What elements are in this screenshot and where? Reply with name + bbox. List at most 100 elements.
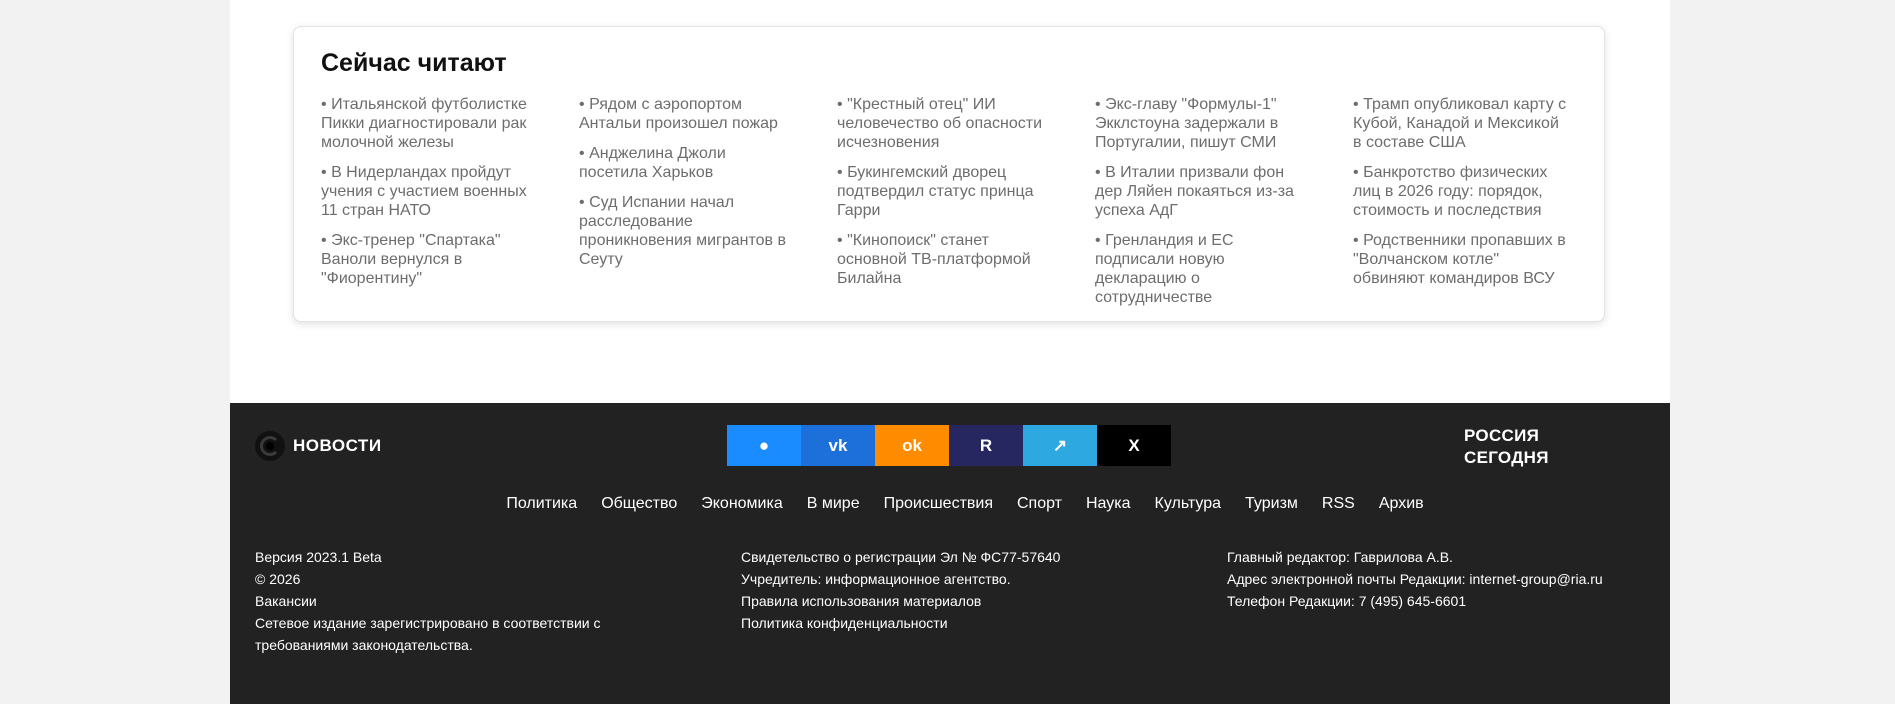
social-links: ● vk ok R ↗ X — [727, 425, 1171, 466]
news-link[interactable]: • "Кинопоиск" станет основной ТВ-платфор… — [837, 231, 1052, 288]
chief-editor-text: Главный редактор: Гаврилова А.В. — [1227, 549, 1453, 565]
nav-link-world[interactable]: В мире — [807, 495, 860, 513]
partner-logo-line-1: РОССИЯ — [1464, 426, 1540, 445]
version-text: Версия 2023.1 Beta — [255, 549, 382, 565]
social-telegram-button[interactable]: ↗ — [1023, 425, 1097, 466]
nav-link-politics[interactable]: Политика — [506, 495, 577, 513]
bullet: • — [579, 145, 585, 162]
news-link[interactable]: • Экс-главу "Формулы-1" Экклстоуна задер… — [1095, 95, 1310, 152]
social-ok-button[interactable]: ok — [875, 425, 949, 466]
nav-link-archive[interactable]: Архив — [1379, 495, 1424, 513]
bullet: • — [1095, 96, 1101, 113]
bullet: • — [1353, 164, 1359, 181]
privacy-policy-link[interactable]: Политика конфиденциальности — [741, 612, 1060, 634]
news-link[interactable]: • Банкротство физических лиц в 2026 году… — [1353, 163, 1568, 220]
brand-name: НОВОСТИ — [293, 436, 382, 455]
x-icon: X — [1128, 435, 1140, 455]
news-link-text: Анджелина Джоли посетила Харьков — [579, 145, 726, 181]
circle-dot-icon: ● — [758, 435, 770, 455]
news-link[interactable]: • Суд Испании начал расследование проник… — [579, 193, 794, 269]
partner-logo-line-2: СЕГОДНЯ — [1464, 448, 1549, 467]
nav-link-incidents[interactable]: Происшествия — [884, 495, 993, 513]
news-link-text: Рядом с аэропортом Антальи произошел пож… — [579, 96, 778, 132]
footer-info-column-3: Главный редактор: Гаврилова А.В. Адрес э… — [1227, 546, 1603, 612]
reading-column-5: • Трамп опубликовал карту с Кубой, Канад… — [1353, 95, 1611, 318]
certificate-text: Свидетельство о регистрации Эл № ФС77-57… — [741, 549, 1061, 565]
news-link[interactable]: • Букингемский дворец подтвердил статус … — [837, 163, 1052, 220]
bullet: • — [321, 232, 327, 249]
social-rutube-button[interactable]: R — [949, 425, 1023, 466]
editorial-email-link[interactable]: Адрес электронной почты Редакции: intern… — [1227, 568, 1603, 590]
news-link[interactable]: • В Нидерландах пройдут учения с участие… — [321, 163, 536, 220]
news-link[interactable]: • Итальянской футболистке Пикки диагност… — [321, 95, 536, 152]
nav-link-society[interactable]: Общество — [601, 495, 677, 513]
reading-column-1: • Итальянской футболистке Пикки диагност… — [321, 95, 579, 318]
news-link[interactable]: • Экс-тренер "Спартака" Ваноли вернулся … — [321, 231, 536, 288]
russia-today-logo[interactable]: РОССИЯ СЕГОДНЯ — [1464, 425, 1549, 469]
news-link[interactable]: • Гренландия и ЕС подписали новую деклар… — [1095, 231, 1310, 307]
reading-now-title: Сейчас читают — [321, 49, 507, 77]
news-link-text: Гренландия и ЕС подписали новую декларац… — [1095, 232, 1234, 306]
page: Сейчас читают • Итальянской футболистке … — [230, 0, 1670, 704]
registration-note-line-2: требованиями законодательства. — [255, 637, 473, 653]
social-x-button[interactable]: X — [1097, 425, 1171, 466]
news-link-text: "Крестный отец" ИИ человечество об опасн… — [837, 96, 1042, 151]
bullet: • — [1353, 96, 1359, 113]
news-link[interactable]: • Трамп опубликовал карту с Кубой, Канад… — [1353, 95, 1568, 152]
reading-column-3: • "Крестный отец" ИИ человечество об опа… — [837, 95, 1095, 318]
news-link-text: Банкротство физических лиц в 2026 году: … — [1353, 164, 1548, 219]
nav-link-rss[interactable]: RSS — [1322, 495, 1355, 513]
news-link-text: В Италии призвали фон дер Ляйен покаятьс… — [1095, 164, 1294, 219]
nav-link-sport[interactable]: Спорт — [1017, 495, 1062, 513]
bullet: • — [1353, 232, 1359, 249]
news-link-text: Трамп опубликовал карту с Кубой, Канадой… — [1353, 96, 1567, 151]
bullet: • — [837, 96, 843, 113]
footer-info-column-1: Версия 2023.1 Beta © 2026 Вакансии Сетев… — [255, 546, 601, 656]
news-link-text: "Кинопоиск" станет основной ТВ-платформо… — [837, 232, 1031, 287]
vk-icon: vk — [828, 435, 848, 455]
news-link[interactable]: • В Италии призвали фон дер Ляйен покаят… — [1095, 163, 1310, 220]
news-link[interactable]: • Рядом с аэропортом Антальи произошел п… — [579, 95, 794, 133]
brand-logo-link[interactable]: НОВОСТИ — [255, 431, 382, 461]
news-link[interactable]: • "Крестный отец" ИИ человечество об опа… — [837, 95, 1052, 152]
footer-info-column-2: Свидетельство о регистрации Эл № ФС77-57… — [741, 546, 1060, 634]
reading-column-2: • Рядом с аэропортом Антальи произошел п… — [579, 95, 837, 318]
telegram-icon: ↗ — [1052, 435, 1068, 455]
nav-link-culture[interactable]: Культура — [1155, 495, 1222, 513]
reading-now-columns: • Итальянской футболистке Пикки диагност… — [321, 95, 1611, 318]
site-footer: НОВОСТИ ● vk ok R ↗ X РОССИЯ СЕГОДНЯ Пол… — [230, 403, 1670, 704]
bullet: • — [1095, 232, 1101, 249]
ria-logo-icon — [255, 431, 285, 461]
news-link-text: Родственники пропавших в "Волчанском кот… — [1353, 232, 1566, 287]
nav-link-tourism[interactable]: Туризм — [1245, 495, 1298, 513]
news-link-text: В Нидерландах пройдут учения с участием … — [321, 164, 527, 219]
usage-rules-link[interactable]: Правила использования материалов — [741, 590, 1060, 612]
social-vk-button[interactable]: vk — [801, 425, 875, 466]
bullet: • — [1095, 164, 1101, 181]
news-link-text: Букингемский дворец подтвердил статус пр… — [837, 164, 1034, 219]
bullet: • — [321, 96, 327, 113]
reading-now-card: Сейчас читают • Итальянской футболистке … — [293, 26, 1605, 322]
news-link[interactable]: • Родственники пропавших в "Волчанском к… — [1353, 231, 1568, 288]
founder-text: Учредитель: информационное агентство. — [741, 571, 1011, 587]
bullet: • — [321, 164, 327, 181]
r-icon: R — [979, 435, 993, 455]
news-link-text: Экс-тренер "Спартака" Ваноли вернулся в … — [321, 232, 501, 287]
vacancies-link[interactable]: Вакансии — [255, 590, 601, 612]
nav-link-economy[interactable]: Экономика — [701, 495, 783, 513]
bullet: • — [579, 96, 585, 113]
bullet: • — [579, 194, 585, 211]
ok-icon: ok — [902, 435, 922, 455]
social-dzen-button[interactable]: ● — [727, 425, 801, 466]
editorial-phone-text: Телефон Редакции: 7 (495) 645-6601 — [1227, 593, 1467, 609]
reading-column-4: • Экс-главу "Формулы-1" Экклстоуна задер… — [1095, 95, 1353, 318]
bullet: • — [837, 164, 843, 181]
news-link-text: Итальянской футболистке Пикки диагностир… — [321, 96, 527, 151]
copyright-text: © 2026 — [255, 571, 301, 587]
news-link[interactable]: • Анджелина Джоли посетила Харьков — [579, 144, 794, 182]
news-link-text: Суд Испании начал расследование проникно… — [579, 194, 786, 268]
nav-link-science[interactable]: Наука — [1086, 495, 1131, 513]
registration-note-line-1: Сетевое издание зарегистрировано в соотв… — [255, 615, 601, 631]
footer-nav: Политика Общество Экономика В мире Проис… — [230, 495, 1670, 513]
bullet: • — [837, 232, 843, 249]
